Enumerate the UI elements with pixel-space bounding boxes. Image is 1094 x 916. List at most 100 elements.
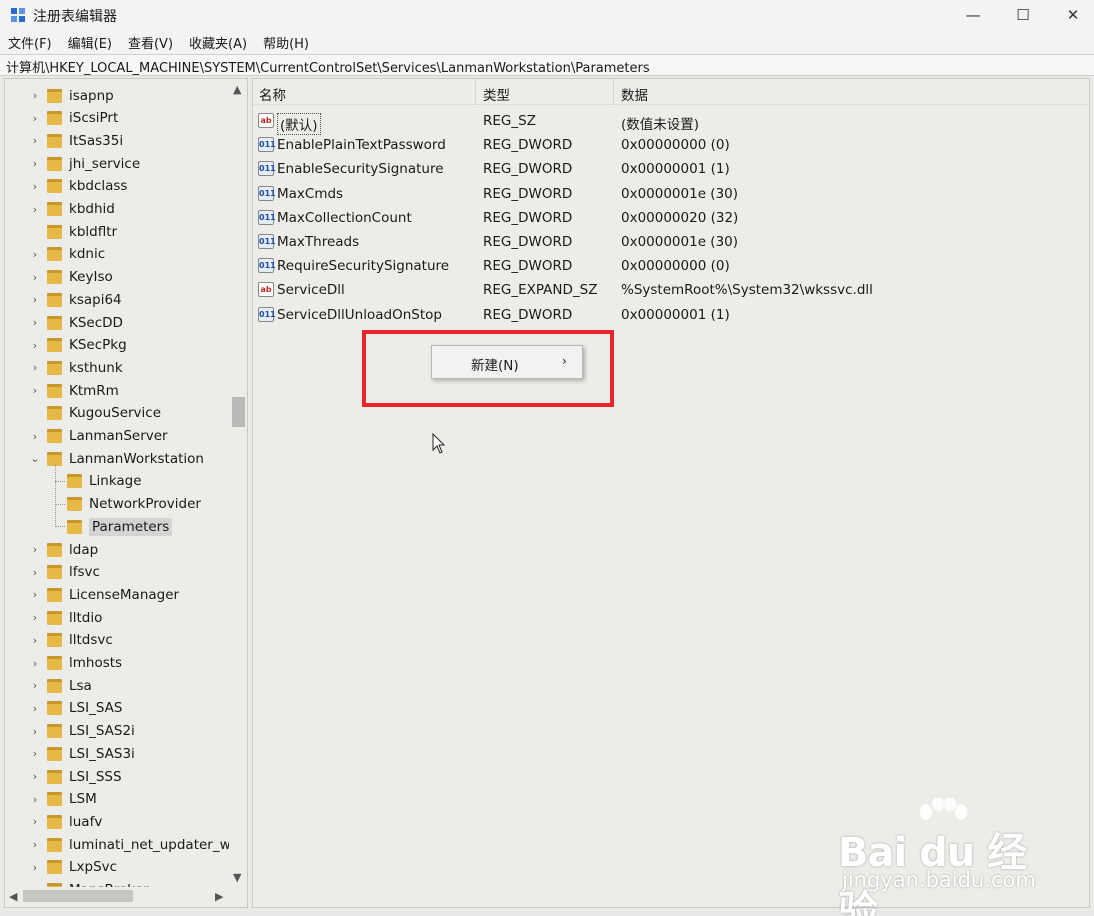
- value-row[interactable]: ab (默认) REG_SZ (数值未设置): [253, 109, 1089, 135]
- scroll-left-icon[interactable]: ◀: [9, 890, 17, 903]
- chevron-right-icon[interactable]: ›: [29, 89, 41, 102]
- chevron-right-icon[interactable]: ›: [29, 293, 41, 306]
- column-divider[interactable]: [613, 79, 614, 105]
- tree-item[interactable]: › LSI_SAS: [29, 697, 123, 720]
- menu-view[interactable]: 查看(V): [128, 33, 173, 52]
- value-row[interactable]: 011 EnablePlainTextPassword REG_DWORD 0x000…: [253, 133, 1089, 157]
- chevron-right-icon[interactable]: ›: [29, 611, 41, 624]
- value-row[interactable]: ab ServiceDll REG_EXPAND_SZ %SystemRoot%\Sy…: [253, 278, 1089, 302]
- tree-item[interactable]: › LSI_SAS3i: [29, 742, 135, 765]
- chevron-right-icon[interactable]: ›: [29, 157, 41, 170]
- chevron-right-icon[interactable]: ›: [29, 339, 41, 352]
- close-button[interactable]: ✕: [1050, 0, 1094, 30]
- tree-item[interactable]: › kbdhid: [29, 198, 115, 221]
- chevron-right-icon[interactable]: ›: [29, 134, 41, 147]
- tree-item[interactable]: › luafv: [29, 810, 103, 833]
- chevron-right-icon[interactable]: ›: [29, 203, 41, 216]
- tree-item[interactable]: › lltdio: [29, 606, 103, 629]
- tree-item[interactable]: › LicenseManager: [29, 583, 179, 606]
- chevron-right-icon[interactable]: ›: [29, 657, 41, 670]
- tree-item[interactable]: NetworkProvider: [49, 493, 201, 516]
- tree-item[interactable]: › isapnp: [29, 84, 114, 107]
- chevron-right-icon[interactable]: ›: [29, 248, 41, 261]
- chevron-right-icon[interactable]: ›: [29, 702, 41, 715]
- minimize-button[interactable]: —: [950, 0, 996, 30]
- tree-item[interactable]: › iScsiPrt: [29, 107, 118, 130]
- value-row[interactable]: 011 RequireSecuritySignature REG_DWORD 0x00…: [253, 254, 1089, 278]
- chevron-right-icon[interactable]: ›: [29, 112, 41, 125]
- tree-item[interactable]: › lltdsvc: [29, 629, 113, 652]
- chevron-right-icon[interactable]: ›: [29, 815, 41, 828]
- tree-horizontal-scrollbar[interactable]: ◀ ▶: [5, 887, 247, 905]
- folder-icon: [47, 860, 62, 875]
- chevron-right-icon[interactable]: ›: [29, 180, 41, 193]
- menu-bar: 文件(F) 编辑(E) 查看(V) 收藏夹(A) 帮助(H): [0, 30, 1094, 54]
- tree-item[interactable]: › ksapi64: [29, 288, 122, 311]
- maximize-button[interactable]: ☐: [1000, 0, 1046, 30]
- tree-item[interactable]: › lfsvc: [29, 561, 100, 584]
- address-bar[interactable]: 计算机\HKEY_LOCAL_MACHINE\SYSTEM\CurrentCon…: [0, 54, 1094, 76]
- column-header-name[interactable]: 名称: [259, 84, 286, 104]
- chevron-right-icon[interactable]: ›: [29, 271, 41, 284]
- tree-item[interactable]: › KtmRm: [29, 379, 119, 402]
- scroll-down-icon[interactable]: ▼: [233, 871, 241, 884]
- tree-item[interactable]: Parameters: [49, 515, 173, 538]
- tree-item[interactable]: › LSI_SAS2i: [29, 720, 135, 743]
- chevron-right-icon[interactable]: ›: [29, 861, 41, 874]
- value-row[interactable]: 011 MaxCollectionCount REG_DWORD 0x00000020…: [253, 206, 1089, 230]
- scroll-right-icon[interactable]: ▶: [215, 890, 223, 903]
- tree-item[interactable]: › lmhosts: [29, 652, 122, 675]
- tree-item[interactable]: › ItSas35i: [29, 129, 123, 152]
- chevron-right-icon[interactable]: ›: [29, 793, 41, 806]
- menu-file[interactable]: 文件(F): [8, 33, 52, 52]
- chevron-right-icon[interactable]: ›: [29, 316, 41, 329]
- chevron-right-icon[interactable]: ›: [29, 430, 41, 443]
- tree-item-label: LanmanWorkstation: [69, 450, 204, 467]
- chevron-right-icon[interactable]: ›: [29, 747, 41, 760]
- tree-horizontal-scroll-thumb[interactable]: [23, 890, 133, 902]
- key-tree-pane[interactable]: › isapnp › iScsiPrt › ItSas35i › jhi_service › kb…: [4, 78, 248, 908]
- tree-item[interactable]: KugouService: [29, 402, 161, 425]
- chevron-right-icon[interactable]: ›: [29, 679, 41, 692]
- chevron-right-icon[interactable]: ›: [29, 725, 41, 738]
- column-header-type[interactable]: 类型: [483, 84, 510, 104]
- column-header-data[interactable]: 数据: [621, 84, 648, 104]
- chevron-right-icon[interactable]: ›: [29, 588, 41, 601]
- tree-item[interactable]: › LxpSvc: [29, 856, 117, 879]
- tree-vertical-scroll-thumb[interactable]: [232, 397, 245, 427]
- tree-connector-line: [55, 526, 65, 528]
- scroll-up-icon[interactable]: ▲: [233, 83, 241, 96]
- tree-item[interactable]: › kbdclass: [29, 175, 128, 198]
- value-row[interactable]: 011 EnableSecuritySignature REG_DWORD 0x000…: [253, 157, 1089, 181]
- menu-help[interactable]: 帮助(H): [263, 33, 309, 52]
- tree-item[interactable]: › LSI_SSS: [29, 765, 122, 788]
- menu-favorites[interactable]: 收藏夹(A): [189, 33, 247, 52]
- menu-edit[interactable]: 编辑(E): [68, 33, 112, 52]
- tree-item[interactable]: › LSM: [29, 788, 97, 811]
- chevron-right-icon[interactable]: ›: [29, 384, 41, 397]
- values-list-pane[interactable]: 名称 类型 数据 ab (默认) REG_SZ (数值未设置) 011 EnablePla…: [252, 78, 1090, 908]
- chevron-right-icon[interactable]: ›: [29, 361, 41, 374]
- value-row[interactable]: 011 MaxThreads REG_DWORD 0x0000001e (30): [253, 230, 1089, 254]
- chevron-right-icon[interactable]: ›: [29, 566, 41, 579]
- tree-item[interactable]: › jhi_service: [29, 152, 140, 175]
- chevron-right-icon[interactable]: ›: [29, 634, 41, 647]
- tree-item[interactable]: › kdnic: [29, 243, 105, 266]
- tree-item[interactable]: › ldap: [29, 538, 98, 561]
- tree-vertical-scrollbar[interactable]: ▲ ▼: [229, 79, 247, 887]
- value-row[interactable]: 011 MaxCmds REG_DWORD 0x0000001e (30): [253, 182, 1089, 206]
- tree-item[interactable]: › KSecPkg: [29, 334, 127, 357]
- tree-item[interactable]: › KeyIso: [29, 266, 113, 289]
- tree-item[interactable]: › LanmanServer: [29, 425, 168, 448]
- tree-item[interactable]: › luminati_net_updater_wi: [29, 833, 235, 856]
- chevron-right-icon[interactable]: ›: [29, 543, 41, 556]
- tree-item[interactable]: › Lsa: [29, 674, 92, 697]
- column-divider[interactable]: [475, 79, 476, 105]
- chevron-right-icon[interactable]: ›: [29, 838, 41, 851]
- tree-item[interactable]: kbldfltr: [29, 220, 117, 243]
- chevron-right-icon[interactable]: ›: [29, 770, 41, 783]
- chevron-down-icon[interactable]: ⌄: [29, 452, 41, 465]
- value-row[interactable]: 011 ServiceDllUnloadOnStop REG_DWORD 0x0000…: [253, 303, 1089, 327]
- tree-item[interactable]: › ksthunk: [29, 356, 123, 379]
- tree-item[interactable]: › KSecDD: [29, 311, 123, 334]
